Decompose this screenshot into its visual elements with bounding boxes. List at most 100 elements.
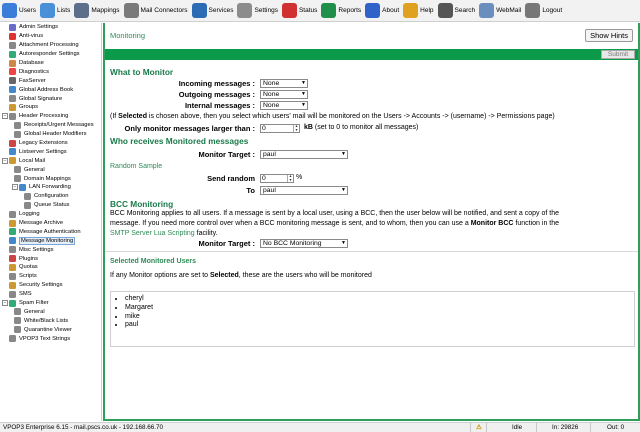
reports-icon [321,3,337,18]
bcc-target-label: Monitor Target : [198,239,255,248]
tree-item[interactable]: FaxServer [0,76,101,85]
collapse-icon[interactable]: − [2,157,8,164]
tree-item[interactable]: Global Address Book [0,85,101,94]
random-to-select[interactable]: paul ▼ [260,186,348,195]
collapse-icon[interactable]: − [2,300,8,307]
tree-item[interactable]: Message Authentication [0,227,101,236]
status-state: Idle [512,424,523,431]
tree-item[interactable]: White/Black Lists [0,316,101,325]
spinner-icon[interactable]: ▲ ▼ [287,174,293,182]
tree-item[interactable]: Diagnostics [0,67,101,76]
tree-item[interactable]: Global Header Modifiers [0,130,101,139]
tree-item[interactable]: VPOP3 Text Strings [0,334,101,343]
outgoing-select[interactable]: None ▼ [260,90,308,99]
tree-item-label: Misc Settings [19,246,54,253]
search-icon [437,3,453,18]
users-icon [2,3,17,18]
tree-item[interactable]: Logging [0,210,101,219]
internal-select[interactable]: None ▼ [260,101,308,110]
monitor-target-select[interactable]: paul ▼ [260,150,348,159]
out-count: Out: 0 [607,424,625,431]
incoming-select[interactable]: None ▼ [260,79,308,88]
tree-item[interactable]: Database [0,59,101,68]
toolbar-help-button[interactable]: Help [403,1,434,21]
about-icon [365,3,381,18]
toolbar-lists-button[interactable]: Lists [39,1,70,21]
tree-item[interactable]: Admin Settings [0,23,101,32]
action-bar [105,49,638,60]
toolbar-label: About [382,7,400,14]
tree-item[interactable]: Listserver Settings [0,147,101,156]
tree-item[interactable]: Receipts/Urgent Messages [0,121,101,130]
toolbar-label: WebMail [496,7,522,14]
tree-item[interactable]: Quarantine Viewer [0,325,101,334]
submit-button[interactable]: Submit [601,50,635,59]
toolbar-mappings-button[interactable]: Mappings [74,1,120,21]
tree-item-label: Attachment Processing [19,42,79,49]
tree-item[interactable]: − Spam Filter [0,299,101,308]
show-hints-button[interactable]: Show Hints [585,29,633,42]
send-random-input[interactable]: 0 ▲ ▼ [260,174,294,183]
toolbar-about-button[interactable]: About [365,1,399,21]
divider [105,251,638,252]
tree-item[interactable]: Plugins [0,254,101,263]
settings-page-icon [14,130,21,138]
tree-item[interactable]: Queue Status [0,201,101,210]
lists-icon [39,3,55,18]
larger-than-input[interactable]: 0 ▲ ▼ [260,124,300,133]
spinner-icon[interactable]: ▲ ▼ [293,124,299,132]
tree-item[interactable]: Quotas [0,263,101,272]
list-item: cheryl [125,295,153,304]
settings-tree[interactable]: Admin Settings Anti-virus Attachment Proce… [0,23,102,421]
settings-page-icon [9,272,16,280]
toolbar-settings-button[interactable]: Settings [237,1,278,21]
tree-item[interactable]: Autoresponder Settings [0,50,101,59]
tree-item[interactable]: Scripts [0,272,101,281]
collapse-icon[interactable]: − [12,184,18,191]
tree-item[interactable]: Message Archive [0,219,101,228]
toolbar-mail-connectors-button[interactable]: Mail Connectors [123,1,188,21]
tree-item[interactable]: Groups [0,103,101,112]
settings-page-icon [9,281,16,289]
tree-item-label: Spam Filter [19,300,49,307]
tree-item[interactable]: − LAN Forwarding [0,183,101,192]
help-icon [403,3,419,18]
toolbar-status-button[interactable]: Status [281,1,317,21]
toolbar-label: Services [208,7,234,14]
tree-item[interactable]: General [0,165,101,174]
warning-icon: ⚠ [476,424,482,431]
tree-item[interactable]: − Local Mail [0,156,101,165]
monitor-target-label: Monitor Target : [198,150,255,159]
tree-item[interactable]: Global Signature [0,94,101,103]
chevron-down-icon: ▼ [301,102,306,108]
tree-item[interactable]: General [0,308,101,317]
tree-item[interactable]: Configuration [0,192,101,201]
tree-item-label: Domain Mappings [24,175,71,182]
tree-item[interactable]: Security Settings [0,281,101,290]
toolbar-search-button[interactable]: Search [437,1,475,21]
tree-item[interactable]: Message Monitoring [0,236,101,245]
bcc-target-select[interactable]: No BCC Monitoring ▼ [260,239,348,248]
settings-page-icon [9,95,16,103]
incoming-label: Incoming messages : [178,79,255,88]
tree-item-label: LAN Forwarding [29,184,71,191]
tree-item[interactable]: Attachment Processing [0,41,101,50]
collapse-icon[interactable]: − [2,113,8,120]
tree-item-label: Message Archive [19,220,64,227]
lua-scripting-link[interactable]: SMTP Server Lua Scripting [110,230,195,237]
tree-item-label: Global Signature [19,95,63,102]
settings-page-icon [9,112,16,120]
toolbar-logout-button[interactable]: Logout [525,1,562,21]
tree-item[interactable]: SMS [0,290,101,299]
tree-item[interactable]: Anti-virus [0,32,101,41]
tree-item-label: Local Mail [19,157,46,164]
toolbar-webmail-button[interactable]: WebMail [479,1,521,21]
tree-item[interactable]: − Header Processing [0,112,101,121]
toolbar-users-button[interactable]: Users [2,1,36,21]
selected-users-heading: Selected Monitored Users [110,258,196,265]
toolbar-reports-button[interactable]: Reports [321,1,361,21]
tree-item[interactable]: Legacy Extensions [0,139,101,148]
tree-item[interactable]: Domain Mappings [0,174,101,183]
tree-item[interactable]: Misc Settings [0,245,101,254]
toolbar-services-button[interactable]: Services [191,1,234,21]
